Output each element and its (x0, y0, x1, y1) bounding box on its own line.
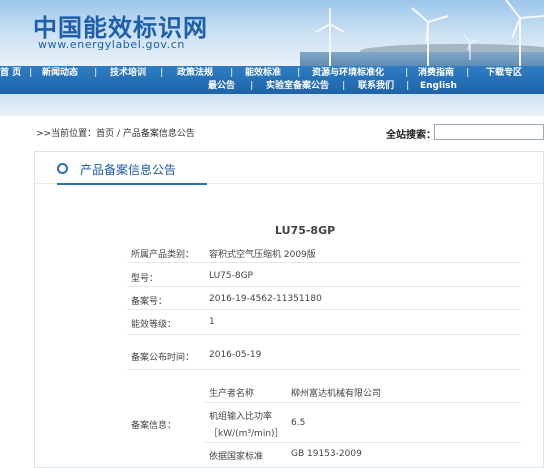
nav-item-policy[interactable]: 政策法规 (177, 67, 213, 80)
nav-item-lab-records[interactable]: 实验室备案公告 (266, 80, 329, 93)
nav-separator: | (230, 68, 234, 78)
record-no-value: 2016-19-4562-11351180 (209, 294, 322, 304)
nav-item-contact[interactable]: 联系我们 (358, 80, 394, 93)
nav-item-downloads[interactable]: 下载专区 (486, 67, 522, 80)
row-divider (127, 369, 521, 370)
nav-separator: | (297, 68, 301, 78)
row-divider (127, 334, 521, 335)
nav-separator: | (466, 68, 470, 78)
category-value: 容积式空气压缩机 2009版 (209, 250, 316, 260)
nav-item-english[interactable]: English (420, 80, 457, 93)
panel-header: 产品备案信息公告 (35, 152, 544, 185)
nav-shadow-strip (0, 94, 544, 116)
power-value: 6.5 (291, 418, 306, 428)
model-label: 型号： (131, 274, 159, 284)
nav-item-announcements[interactable]: 最公告 (208, 80, 235, 93)
category-label: 所属产品类别： (131, 250, 195, 260)
row-divider (205, 442, 521, 443)
power-label-line2: ［kW/(m³/min)］ (209, 429, 284, 439)
nav-separator: | (29, 68, 33, 78)
power-label-line1: 机组输入比功率 (209, 412, 273, 422)
wind-turbine-icon (463, 34, 480, 60)
nav-separator: | (250, 81, 254, 91)
nav-separator: | (94, 68, 98, 78)
wind-turbine-icon (315, 8, 345, 66)
nav-separator: | (405, 68, 409, 78)
standard-value: GB 19153-2009 (291, 449, 362, 459)
nav-separator: | (342, 81, 346, 91)
nav-item-env-standards[interactable]: 资源与环境标准化 (312, 67, 384, 80)
producer-label: 生产者名称 (209, 389, 255, 399)
wind-turbine-icon (411, 7, 449, 66)
row-divider (127, 309, 521, 310)
header-banner: 中国能效标识网 www.energylabel.gov.cn (0, 0, 544, 66)
grade-label: 能效等级： (131, 320, 177, 330)
panel-title-underline (57, 183, 207, 185)
producer-value: 柳州富达机械有限公司 (291, 389, 382, 399)
panel-title: 产品备案信息公告 (80, 163, 177, 177)
record-panel: 产品备案信息公告 LU75-8GP 所属产品类别： 容积式空气压缩机 2009版… (34, 151, 544, 468)
main-nav: 首 页 | 新闻动态 | 技术培训 | 政策法规 | 能效标准 | 资源与环境标… (0, 66, 544, 94)
record-info-label: 备案信息： (131, 421, 177, 431)
breadcrumb-bar: >>当前位置：首页 / 产品备案信息公告 全站搜索： (36, 124, 544, 142)
row-divider (127, 262, 521, 263)
nav-separator: | (406, 81, 410, 91)
nav-item-standards[interactable]: 能效标准 (245, 67, 281, 80)
record-model-title: LU75-8GP (275, 224, 336, 237)
wind-turbine-icon (505, 0, 544, 66)
nav-row-primary: 首 页 | 新闻动态 | 技术培训 | 政策法规 | 能效标准 | 资源与环境标… (0, 67, 544, 81)
site-logo-url: www.energylabel.gov.cn (38, 38, 185, 51)
row-divider (127, 286, 521, 287)
nav-item-news[interactable]: 新闻动态 (42, 67, 78, 80)
nav-item-training[interactable]: 技术培训 (110, 67, 146, 80)
publish-date-label: 备案公布时间： (131, 353, 195, 363)
circle-bullet-icon (57, 163, 68, 174)
search-label: 全站搜索： (386, 130, 436, 141)
nav-item-consumer-guide[interactable]: 消费指南 (418, 67, 454, 80)
search-input[interactable] (434, 124, 544, 140)
grade-value: 1 (209, 317, 215, 327)
model-value: LU75-8GP (209, 271, 253, 281)
nav-row-secondary: 最公告 | 实验室备案公告 | 联系我们 | English (0, 80, 544, 94)
nav-separator: | (160, 68, 164, 78)
breadcrumb[interactable]: >>当前位置：首页 / 产品备案信息公告 (36, 126, 195, 139)
nav-item-home[interactable]: 首 页 (0, 67, 21, 80)
record-no-label: 备案号： (131, 297, 168, 307)
row-divider (205, 402, 521, 403)
standard-label: 依据国家标准 (209, 452, 264, 462)
publish-date-value: 2016-05-19 (209, 350, 262, 360)
